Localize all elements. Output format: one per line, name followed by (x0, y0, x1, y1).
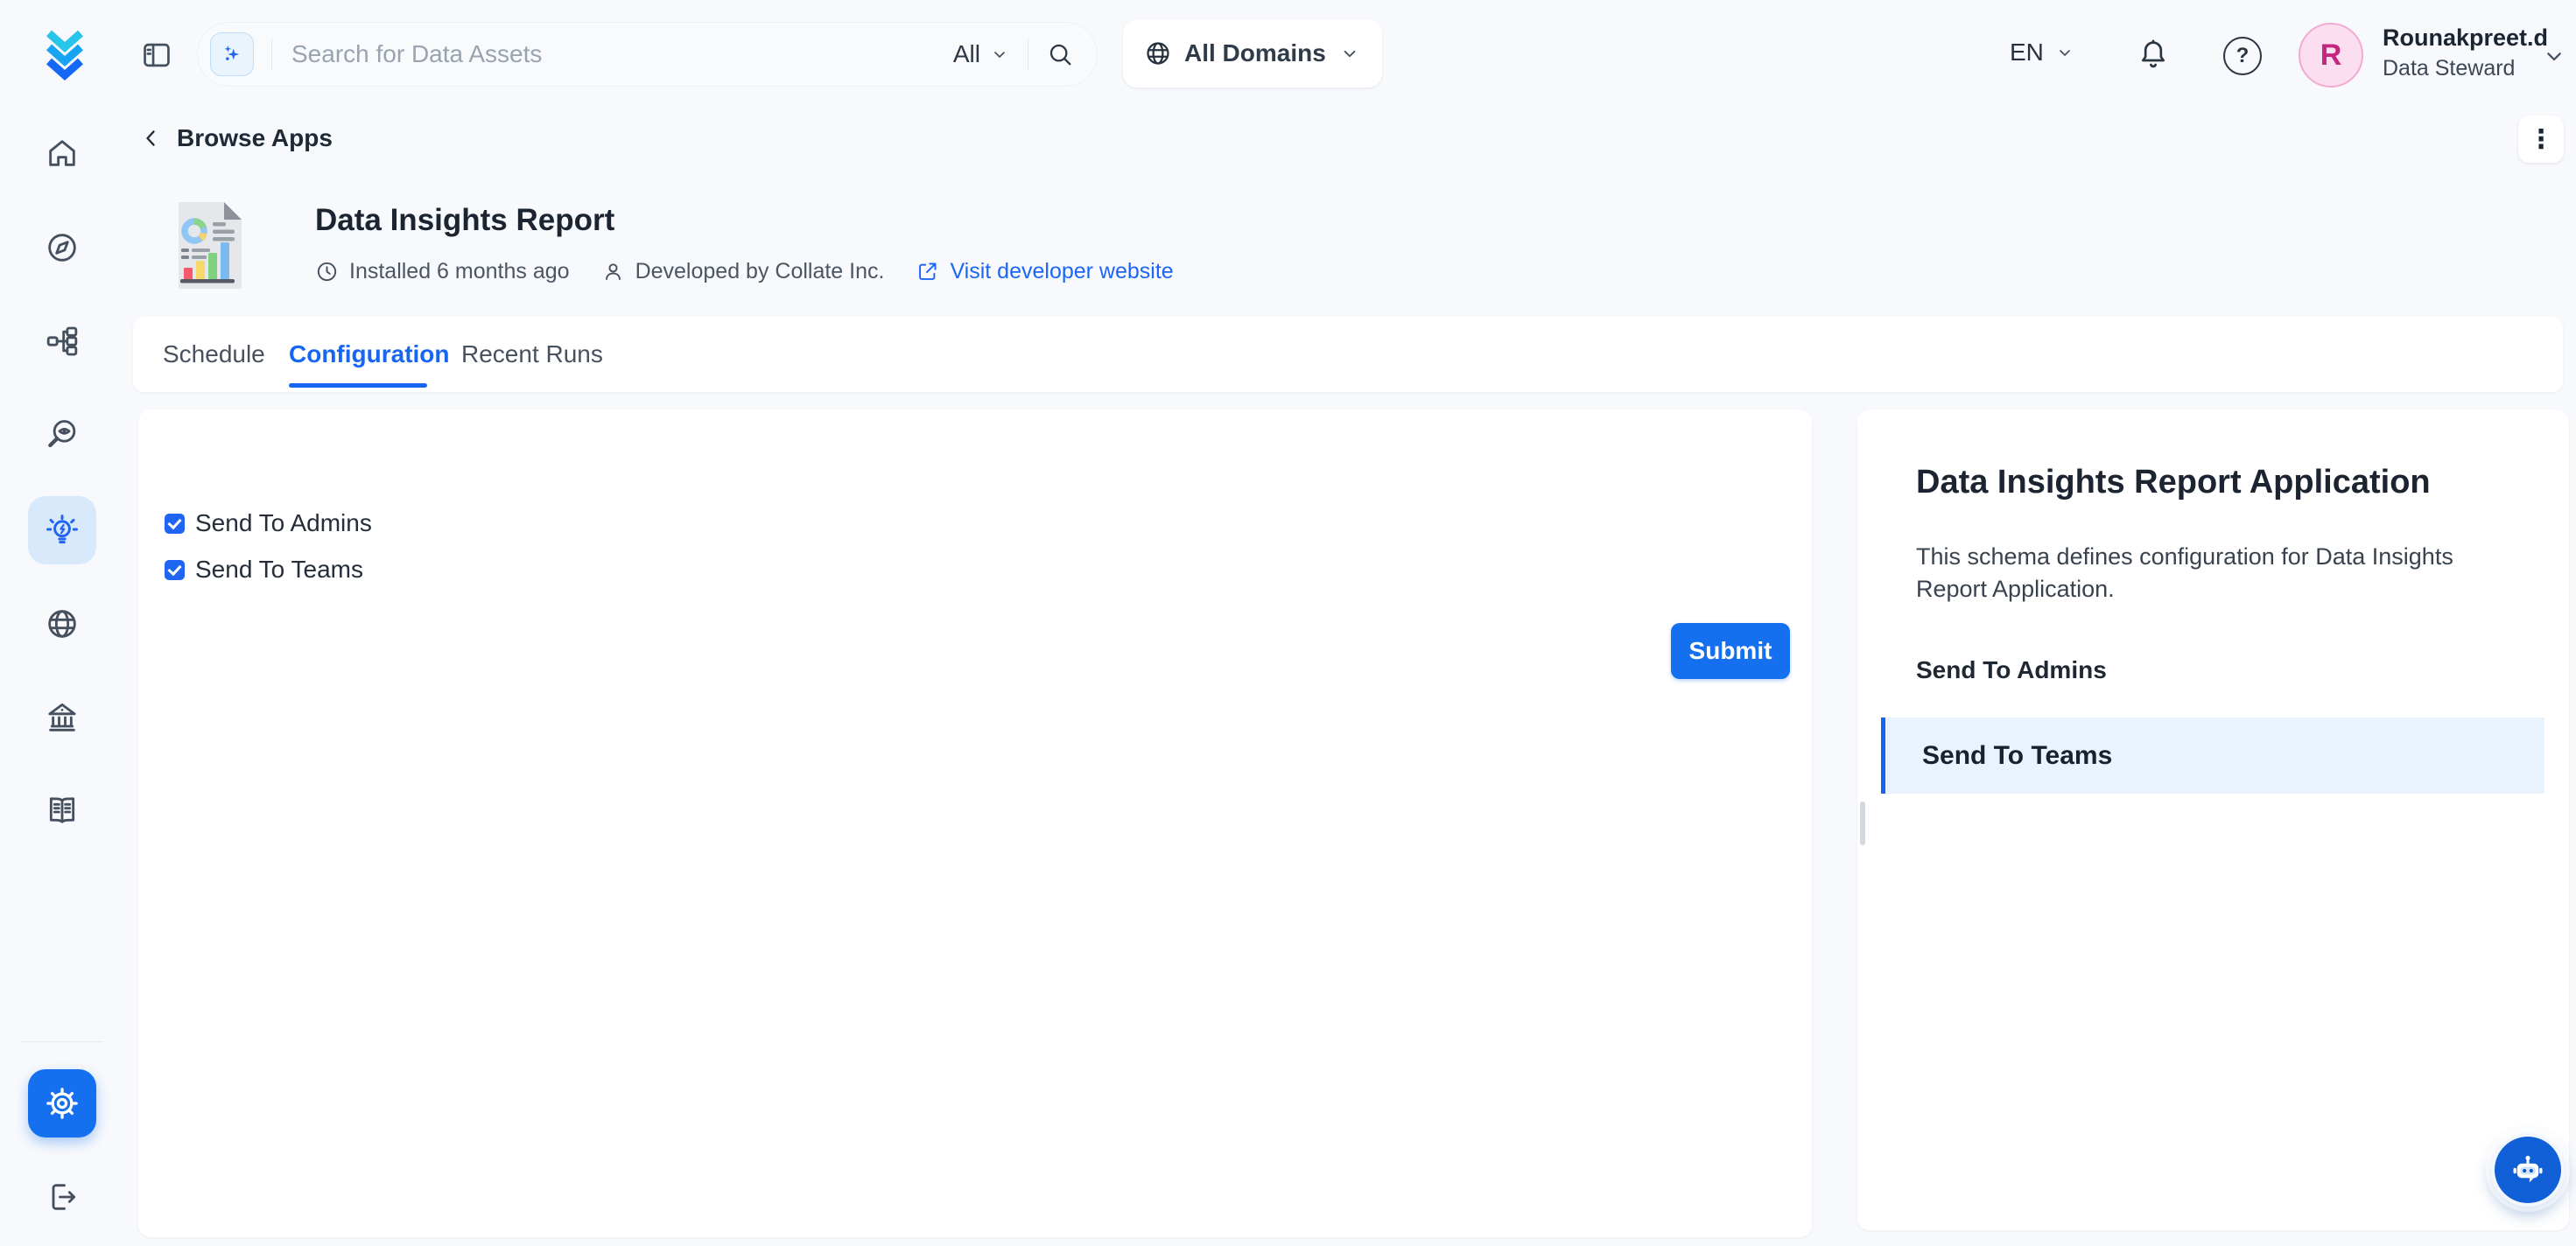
search-scope-label: All (953, 40, 980, 68)
panel-toggle-icon (140, 38, 173, 72)
sidebar-item-settings[interactable] (28, 1069, 96, 1138)
help-icon: ? (2223, 37, 2262, 75)
schema-field-send-to-teams[interactable]: Send To Teams (1881, 718, 2544, 794)
tab-schedule-label: Schedule (163, 340, 265, 368)
external-link-icon (916, 260, 939, 284)
glossary-book-icon (45, 793, 80, 828)
insights-bulb-icon (44, 512, 81, 549)
sidebar-item-logout[interactable] (28, 1163, 96, 1231)
search-divider (271, 38, 272, 70)
logout-icon (45, 1180, 80, 1214)
tab-bar: Schedule Configuration Recent Runs (133, 317, 2563, 392)
sidebar-item-governance[interactable] (28, 683, 96, 752)
user-name: Rounakpreet.d (2383, 24, 2548, 52)
kebab-icon: ⋮ (2528, 124, 2554, 155)
sidebar-item-insights[interactable] (28, 496, 96, 564)
chat-assistant-button[interactable] (2491, 1133, 2565, 1207)
domains-globe-icon (45, 606, 80, 641)
avatar-initial: R (2320, 38, 2342, 73)
sidebar-divider (21, 1041, 103, 1042)
sidebar-item-domains[interactable] (28, 590, 96, 658)
chevron-down-icon (2054, 42, 2075, 63)
checkbox-checked-icon[interactable] (165, 514, 185, 534)
sidebar-item-home[interactable] (28, 119, 96, 187)
observability-icon (45, 417, 80, 452)
breadcrumb[interactable]: Browse Apps (138, 124, 333, 152)
bell-icon (2136, 37, 2171, 72)
language-label: EN (2010, 38, 2044, 66)
page-title: Data Insights Report (315, 203, 614, 238)
developer-website-label: Visit developer website (950, 259, 1173, 284)
schema-field-send-to-admins[interactable]: Send To Admins (1916, 656, 2107, 684)
developer-text: Developed by Collate Inc. (635, 259, 885, 284)
gear-icon (44, 1085, 81, 1122)
send-to-teams-checkbox-row[interactable]: Send To Teams (165, 556, 363, 584)
schema-panel-description: This schema defines configuration for Da… (1916, 541, 2529, 606)
avatar[interactable]: R (2299, 23, 2363, 88)
more-options-button[interactable]: ⋮ (2518, 116, 2564, 163)
sidebar-toggle-button[interactable] (140, 38, 173, 72)
global-search-bar[interactable]: All (197, 22, 1098, 87)
configuration-form-card: Send To Admins Send To Teams Submit (138, 410, 1812, 1237)
schema-description-panel: Data Insights Report Application This sc… (1857, 410, 2569, 1230)
tab-configuration[interactable]: Configuration (289, 317, 450, 392)
user-menu-chevron-icon[interactable] (2540, 42, 2568, 70)
tab-recent-runs[interactable]: Recent Runs (461, 317, 603, 392)
sidebar-item-explore[interactable] (28, 214, 96, 282)
explore-compass-icon (45, 230, 80, 265)
developer-website-link[interactable]: Visit developer website (916, 259, 1173, 284)
checkbox-label: Send To Admins (195, 509, 372, 537)
chevron-down-icon (1338, 42, 1361, 65)
notifications-button[interactable] (2136, 37, 2171, 72)
active-tab-underline (289, 383, 427, 388)
sparkle-icon (220, 42, 244, 66)
submit-button[interactable]: Submit (1671, 623, 1790, 679)
checkbox-label: Send To Teams (195, 556, 363, 584)
robot-icon (2508, 1150, 2548, 1190)
sidebar-item-glossary[interactable] (28, 776, 96, 844)
app-meta: Installed 6 months ago Developed by Coll… (315, 259, 1174, 284)
schema-panel-title: Data Insights Report Application (1916, 464, 2431, 501)
installed-meta: Installed 6 months ago (315, 259, 570, 284)
tab-configuration-label: Configuration (289, 340, 450, 368)
breadcrumb-label: Browse Apps (177, 124, 333, 152)
user-icon (601, 260, 625, 284)
user-role: Data Steward (2383, 56, 2515, 81)
tab-schedule[interactable]: Schedule (163, 317, 265, 392)
sidebar-item-lineage[interactable] (28, 307, 96, 375)
search-icon[interactable] (1046, 40, 1074, 68)
checkbox-checked-icon[interactable] (165, 560, 185, 580)
app-icon (172, 201, 243, 290)
chevron-down-icon (989, 44, 1010, 65)
schema-field-label: Send To Teams (1922, 741, 2112, 771)
page: All All Domains EN (0, 0, 2576, 1246)
tab-recent-runs-label: Recent Runs (461, 340, 603, 368)
collate-logo-icon[interactable] (39, 28, 91, 82)
search-scope-dropdown[interactable]: All (953, 40, 1010, 68)
send-to-admins-checkbox-row[interactable]: Send To Admins (165, 509, 372, 537)
governance-bank-icon (45, 700, 80, 735)
language-dropdown[interactable]: EN (2010, 38, 2075, 66)
domains-dropdown[interactable]: All Domains (1123, 19, 1382, 88)
installed-text: Installed 6 months ago (349, 259, 570, 284)
lineage-icon (45, 324, 80, 359)
domains-label: All Domains (1184, 39, 1326, 67)
back-chevron-icon (138, 126, 163, 150)
developer-meta: Developed by Collate Inc. (601, 259, 885, 284)
ai-search-button[interactable] (210, 32, 254, 76)
panel-scrollbar[interactable] (1860, 802, 1865, 845)
home-icon (45, 136, 80, 171)
clock-icon (315, 260, 339, 284)
globe-icon (1144, 39, 1172, 67)
sidebar-item-observability[interactable] (28, 401, 96, 469)
sidebar (0, 0, 124, 1246)
help-button[interactable]: ? (2223, 37, 2262, 75)
search-input[interactable] (290, 39, 953, 69)
